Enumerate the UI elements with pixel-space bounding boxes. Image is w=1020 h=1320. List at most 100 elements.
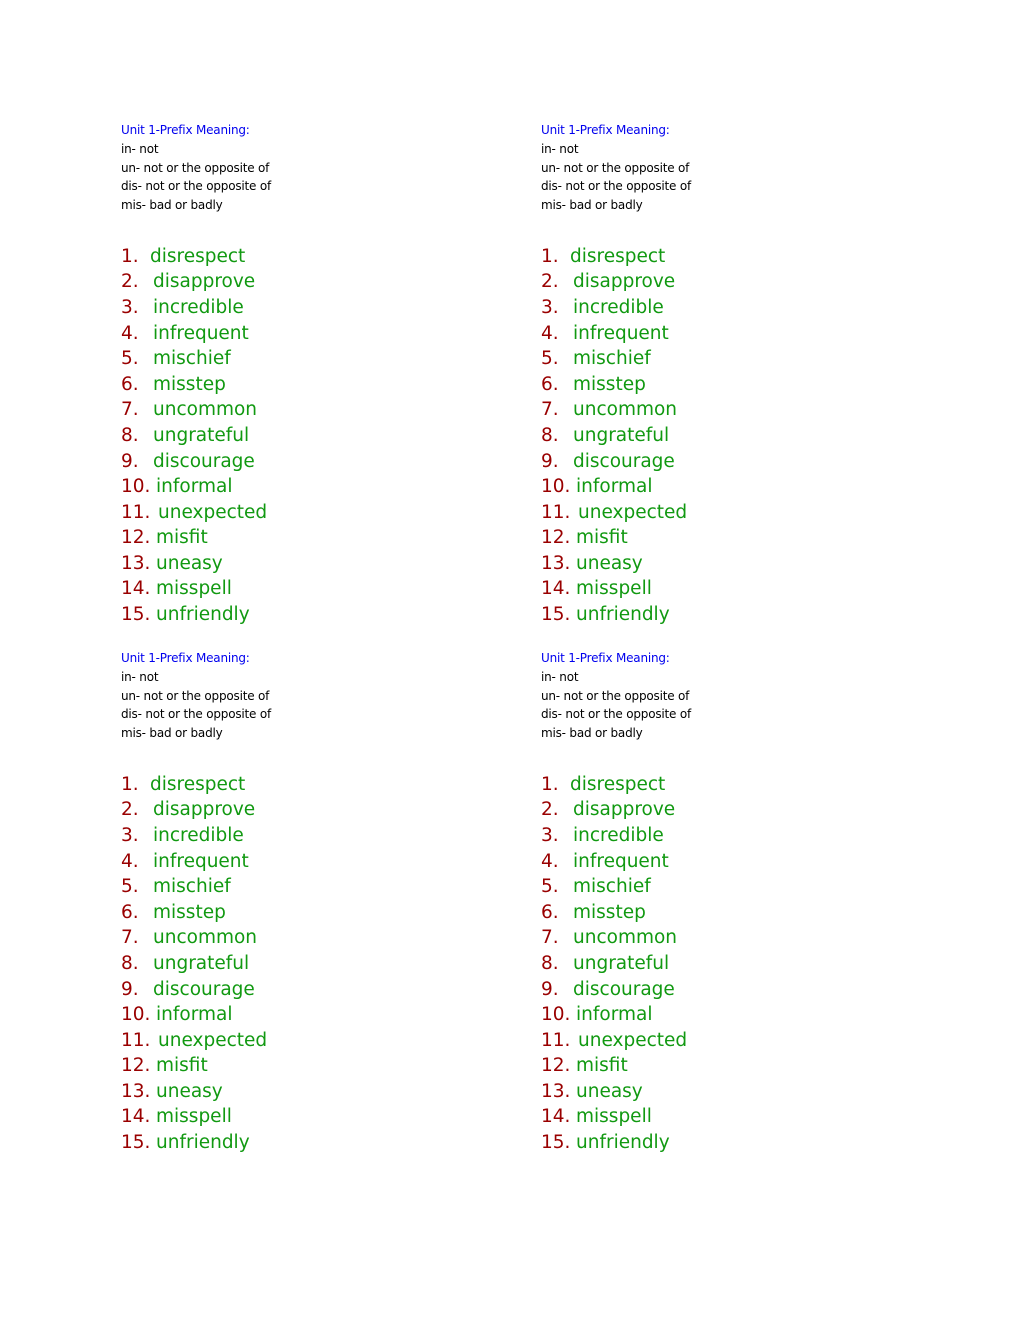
- vocabulary-word: misstep: [153, 373, 226, 395]
- vocabulary-word: misfit: [156, 527, 208, 549]
- list-item: 1. disrespect: [121, 772, 501, 798]
- list-item: 7. uncommon: [541, 397, 921, 423]
- vocabulary-word: misstep: [573, 373, 646, 395]
- list-item: 5. mischief: [121, 874, 501, 900]
- item-number: 15.: [121, 1132, 151, 1154]
- vocabulary-word: misspell: [576, 1106, 652, 1128]
- vocabulary-word: incredible: [573, 824, 664, 846]
- list-item: 11. unexpected: [541, 500, 921, 526]
- list-item: 1. disrespect: [541, 772, 921, 798]
- item-number: 4.: [121, 322, 139, 344]
- vocabulary-word: disapprove: [573, 271, 676, 293]
- vocabulary-word: discourage: [573, 450, 675, 472]
- prefix-definition: dis- not or the opposite of: [121, 179, 271, 194]
- vocabulary-word: incredible: [573, 296, 664, 318]
- list-item: 3. incredible: [541, 295, 921, 321]
- vocabulary-word: disapprove: [153, 799, 256, 821]
- list-item: 8. ungrateful: [121, 951, 501, 977]
- vocabulary-word: uneasy: [156, 1080, 223, 1102]
- list-item: 12. misfit: [541, 1053, 921, 1079]
- vocabulary-word: misfit: [576, 1055, 628, 1077]
- list-item: 10. informal: [541, 474, 921, 500]
- item-number: 13.: [541, 552, 571, 574]
- unit-heading: Unit 1-Prefix Meaning:: [541, 123, 670, 137]
- list-item: 11. unexpected: [121, 500, 501, 526]
- vocabulary-word: uncommon: [153, 927, 258, 949]
- vocabulary-word: discourage: [153, 450, 255, 472]
- prefix-definition: dis- not or the opposite of: [541, 707, 691, 722]
- prefix-block-top-left: Unit 1-Prefix Meaning: in- not un- not or …: [121, 121, 501, 628]
- vocabulary-word: misfit: [576, 527, 628, 549]
- item-number: 12.: [541, 527, 571, 549]
- item-number: 9.: [541, 450, 559, 472]
- vocabulary-word: unfriendly: [576, 1132, 670, 1154]
- item-number: 10.: [541, 1004, 571, 1026]
- item-number: 3.: [541, 824, 559, 846]
- list-item: 4. infrequent: [541, 849, 921, 875]
- unit-heading: Unit 1-Prefix Meaning:: [121, 123, 250, 137]
- list-item: 7. uncommon: [121, 925, 501, 951]
- vocabulary-word: infrequent: [573, 850, 669, 872]
- item-number: 5.: [121, 348, 139, 370]
- item-number: 1.: [541, 245, 559, 267]
- list-item: 7. uncommon: [541, 925, 921, 951]
- prefix-definition: un- not or the opposite of: [121, 688, 270, 703]
- item-number: 7.: [541, 927, 559, 949]
- vocabulary-word: uneasy: [156, 552, 223, 574]
- vocabulary-word: discourage: [573, 978, 675, 1000]
- prefix-definition: mis- bad or badly: [541, 198, 643, 213]
- vocabulary-word: informal: [576, 476, 653, 498]
- list-item: 9. discourage: [121, 977, 501, 1003]
- list-item: 1. disrespect: [121, 244, 501, 270]
- vocabulary-list: 1. disrespect 2. disapprove 3. incredible 4. in…: [541, 244, 921, 628]
- prefix-definition: in- not: [541, 142, 579, 156]
- vocabulary-word: discourage: [153, 978, 255, 1000]
- list-item: 2. disapprove: [541, 797, 921, 823]
- list-item: 8. ungrateful: [541, 423, 921, 449]
- item-number: 11.: [541, 501, 571, 523]
- prefix-definition: mis- bad or badly: [541, 726, 643, 741]
- prefix-definition: mis- bad or badly: [121, 198, 223, 213]
- item-number: 4.: [121, 850, 139, 872]
- list-item: 8. ungrateful: [541, 951, 921, 977]
- item-number: 5.: [121, 876, 139, 898]
- vocabulary-word: mischief: [153, 348, 231, 370]
- vocabulary-word: uncommon: [153, 399, 258, 421]
- item-number: 14.: [541, 578, 571, 600]
- list-item: 2. disapprove: [121, 269, 501, 295]
- vocabulary-word: disapprove: [153, 271, 256, 293]
- vocabulary-word: uncommon: [573, 399, 678, 421]
- item-number: 4.: [541, 322, 559, 344]
- item-number: 15.: [541, 1132, 571, 1154]
- vocabulary-word: ungrateful: [573, 424, 670, 446]
- prefix-definition: un- not or the opposite of: [541, 160, 690, 175]
- list-item: 3. incredible: [121, 295, 501, 321]
- vocabulary-word: infrequent: [573, 322, 669, 344]
- list-item: 6. misstep: [541, 900, 921, 926]
- list-item: 12. misfit: [121, 525, 501, 551]
- vocabulary-word: disrespect: [150, 773, 246, 795]
- list-item: 14. misspell: [541, 1104, 921, 1130]
- unit-heading: Unit 1-Prefix Meaning:: [541, 651, 670, 665]
- item-number: 2.: [541, 799, 559, 821]
- item-number: 15.: [541, 604, 571, 626]
- list-item: 14. misspell: [121, 576, 501, 602]
- item-number: 10.: [541, 476, 571, 498]
- item-number: 11.: [121, 501, 151, 523]
- list-item: 12. misfit: [121, 1053, 501, 1079]
- vocabulary-word: misspell: [156, 578, 232, 600]
- list-item: 15. unfriendly: [121, 1130, 501, 1156]
- list-item: 8. ungrateful: [121, 423, 501, 449]
- list-item: 9. discourage: [541, 977, 921, 1003]
- vocabulary-word: ungrateful: [153, 952, 250, 974]
- list-item: 9. discourage: [541, 449, 921, 475]
- list-item: 6. misstep: [121, 372, 501, 398]
- list-item: 4. infrequent: [121, 321, 501, 347]
- item-number: 3.: [121, 296, 139, 318]
- list-item: 2. disapprove: [541, 269, 921, 295]
- list-item: 13. uneasy: [121, 551, 501, 577]
- list-item: 10. informal: [121, 474, 501, 500]
- item-number: 8.: [121, 424, 139, 446]
- item-number: 13.: [121, 1080, 151, 1102]
- item-number: 9.: [121, 450, 139, 472]
